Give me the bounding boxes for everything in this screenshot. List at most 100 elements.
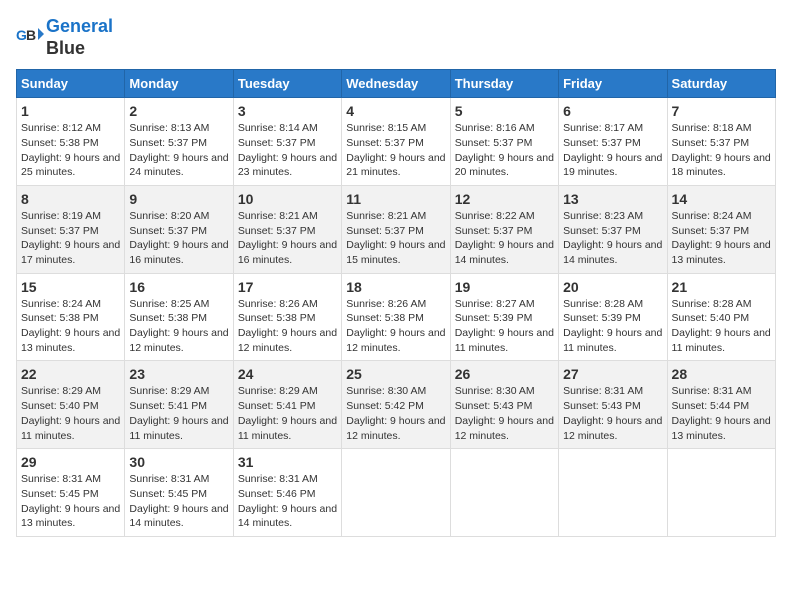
- cell-info: Sunrise: 8:13 AMSunset: 5:37 PMDaylight:…: [129, 122, 228, 178]
- logo-text: GeneralBlue: [46, 16, 113, 59]
- day-number: 17: [238, 279, 337, 295]
- cell-info: Sunrise: 8:24 AMSunset: 5:38 PMDaylight:…: [21, 298, 120, 354]
- calendar-cell: 4 Sunrise: 8:15 AMSunset: 5:37 PMDaylight…: [342, 98, 450, 186]
- day-number: 20: [563, 279, 662, 295]
- cell-info: Sunrise: 8:28 AMSunset: 5:40 PMDaylight:…: [672, 298, 771, 354]
- calendar-cell: 25 Sunrise: 8:30 AMSunset: 5:42 PMDayligh…: [342, 361, 450, 449]
- weekday-header: Friday: [559, 70, 667, 98]
- day-number: 1: [21, 103, 120, 119]
- cell-info: Sunrise: 8:29 AMSunset: 5:41 PMDaylight:…: [129, 385, 228, 441]
- calendar-cell: 5 Sunrise: 8:16 AMSunset: 5:37 PMDaylight…: [450, 98, 558, 186]
- calendar-cell: 10Sunrise: 8:21 AMSunset: 5:37 PMDayligh…: [233, 185, 341, 273]
- day-number: 22: [21, 366, 120, 382]
- calendar-cell: [667, 449, 775, 537]
- logo: G B GeneralBlue: [16, 16, 113, 59]
- weekday-header: Wednesday: [342, 70, 450, 98]
- day-number: 5: [455, 103, 554, 119]
- day-number: 18: [346, 279, 445, 295]
- day-number: 10: [238, 191, 337, 207]
- cell-info: Sunrise: 8:18 AMSunset: 5:37 PMDaylight:…: [672, 122, 771, 178]
- calendar-cell: 18 Sunrise: 8:26 AMSunset: 5:38 PMDayligh…: [342, 273, 450, 361]
- weekday-header: Saturday: [667, 70, 775, 98]
- day-number: 14: [672, 191, 771, 207]
- calendar-cell: 24 Sunrise: 8:29 AMSunset: 5:41 PMDayligh…: [233, 361, 341, 449]
- cell-info: Sunrise: 8:29 AMSunset: 5:40 PMDaylight:…: [21, 385, 120, 441]
- cell-info: Sunrise: 8:31 AMSunset: 5:45 PMDaylight:…: [129, 473, 228, 529]
- day-number: 3: [238, 103, 337, 119]
- day-number: 12: [455, 191, 554, 207]
- day-number: 19: [455, 279, 554, 295]
- calendar-cell: 8Sunrise: 8:19 AMSunset: 5:37 PMDaylight…: [17, 185, 125, 273]
- calendar-table: SundayMondayTuesdayWednesdayThursdayFrid…: [16, 69, 776, 537]
- day-number: 9: [129, 191, 228, 207]
- calendar-cell: 6 Sunrise: 8:17 AMSunset: 5:37 PMDaylight…: [559, 98, 667, 186]
- day-number: 11: [346, 191, 445, 207]
- cell-info: Sunrise: 8:26 AMSunset: 5:38 PMDaylight:…: [346, 298, 445, 354]
- calendar-week: 8Sunrise: 8:19 AMSunset: 5:37 PMDaylight…: [17, 185, 776, 273]
- calendar-cell: 20Sunrise: 8:28 AMSunset: 5:39 PMDayligh…: [559, 273, 667, 361]
- cell-info: Sunrise: 8:16 AMSunset: 5:37 PMDaylight:…: [455, 122, 554, 178]
- calendar-cell: 3 Sunrise: 8:14 AMSunset: 5:37 PMDaylight…: [233, 98, 341, 186]
- weekday-header: Thursday: [450, 70, 558, 98]
- cell-info: Sunrise: 8:31 AMSunset: 5:44 PMDaylight:…: [672, 385, 771, 441]
- day-number: 23: [129, 366, 228, 382]
- calendar-cell: 23 Sunrise: 8:29 AMSunset: 5:41 PMDayligh…: [125, 361, 233, 449]
- calendar-cell: 29Sunrise: 8:31 AMSunset: 5:45 PMDayligh…: [17, 449, 125, 537]
- calendar-cell: 11 Sunrise: 8:21 AMSunset: 5:37 PMDayligh…: [342, 185, 450, 273]
- day-number: 27: [563, 366, 662, 382]
- weekday-header: Monday: [125, 70, 233, 98]
- cell-info: Sunrise: 8:20 AMSunset: 5:37 PMDaylight:…: [129, 210, 228, 266]
- calendar-cell: [342, 449, 450, 537]
- cell-info: Sunrise: 8:25 AMSunset: 5:38 PMDaylight:…: [129, 298, 228, 354]
- weekday-header: Tuesday: [233, 70, 341, 98]
- cell-info: Sunrise: 8:24 AMSunset: 5:37 PMDaylight:…: [672, 210, 771, 266]
- calendar-cell: 19Sunrise: 8:27 AMSunset: 5:39 PMDayligh…: [450, 273, 558, 361]
- calendar-body: 1 Sunrise: 8:12 AMSunset: 5:38 PMDaylight…: [17, 98, 776, 537]
- day-number: 24: [238, 366, 337, 382]
- cell-info: Sunrise: 8:14 AMSunset: 5:37 PMDaylight:…: [238, 122, 337, 178]
- cell-info: Sunrise: 8:12 AMSunset: 5:38 PMDaylight:…: [21, 122, 120, 178]
- day-number: 4: [346, 103, 445, 119]
- cell-info: Sunrise: 8:30 AMSunset: 5:42 PMDaylight:…: [346, 385, 445, 441]
- calendar-cell: 15 Sunrise: 8:24 AMSunset: 5:38 PMDayligh…: [17, 273, 125, 361]
- calendar-cell: 7 Sunrise: 8:18 AMSunset: 5:37 PMDaylight…: [667, 98, 775, 186]
- calendar-week: 22 Sunrise: 8:29 AMSunset: 5:40 PMDayligh…: [17, 361, 776, 449]
- calendar-cell: 28 Sunrise: 8:31 AMSunset: 5:44 PMDayligh…: [667, 361, 775, 449]
- cell-info: Sunrise: 8:30 AMSunset: 5:43 PMDaylight:…: [455, 385, 554, 441]
- calendar-cell: 22 Sunrise: 8:29 AMSunset: 5:40 PMDayligh…: [17, 361, 125, 449]
- cell-info: Sunrise: 8:31 AMSunset: 5:45 PMDaylight:…: [21, 473, 120, 529]
- calendar-cell: 14 Sunrise: 8:24 AMSunset: 5:37 PMDayligh…: [667, 185, 775, 273]
- day-number: 6: [563, 103, 662, 119]
- cell-info: Sunrise: 8:26 AMSunset: 5:38 PMDaylight:…: [238, 298, 337, 354]
- calendar-cell: [559, 449, 667, 537]
- cell-info: Sunrise: 8:23 AMSunset: 5:37 PMDaylight:…: [563, 210, 662, 266]
- calendar-cell: 27Sunrise: 8:31 AMSunset: 5:43 PMDayligh…: [559, 361, 667, 449]
- day-number: 8: [21, 191, 120, 207]
- cell-info: Sunrise: 8:17 AMSunset: 5:37 PMDaylight:…: [563, 122, 662, 178]
- day-number: 2: [129, 103, 228, 119]
- day-number: 7: [672, 103, 771, 119]
- cell-info: Sunrise: 8:21 AMSunset: 5:37 PMDaylight:…: [346, 210, 445, 266]
- day-number: 25: [346, 366, 445, 382]
- calendar-week: 29Sunrise: 8:31 AMSunset: 5:45 PMDayligh…: [17, 449, 776, 537]
- calendar-cell: 17 Sunrise: 8:26 AMSunset: 5:38 PMDayligh…: [233, 273, 341, 361]
- day-number: 30: [129, 454, 228, 470]
- calendar-cell: [450, 449, 558, 537]
- calendar-cell: 12Sunrise: 8:22 AMSunset: 5:37 PMDayligh…: [450, 185, 558, 273]
- cell-info: Sunrise: 8:15 AMSunset: 5:37 PMDaylight:…: [346, 122, 445, 178]
- calendar-cell: 16 Sunrise: 8:25 AMSunset: 5:38 PMDayligh…: [125, 273, 233, 361]
- cell-info: Sunrise: 8:31 AMSunset: 5:46 PMDaylight:…: [238, 473, 337, 529]
- calendar-cell: 30 Sunrise: 8:31 AMSunset: 5:45 PMDayligh…: [125, 449, 233, 537]
- day-number: 31: [238, 454, 337, 470]
- calendar-cell: 13 Sunrise: 8:23 AMSunset: 5:37 PMDayligh…: [559, 185, 667, 273]
- calendar-cell: 9 Sunrise: 8:20 AMSunset: 5:37 PMDaylight…: [125, 185, 233, 273]
- cell-info: Sunrise: 8:29 AMSunset: 5:41 PMDaylight:…: [238, 385, 337, 441]
- day-number: 16: [129, 279, 228, 295]
- svg-text:B: B: [26, 27, 36, 43]
- day-number: 28: [672, 366, 771, 382]
- calendar-cell: 26Sunrise: 8:30 AMSunset: 5:43 PMDayligh…: [450, 361, 558, 449]
- calendar-cell: 2 Sunrise: 8:13 AMSunset: 5:37 PMDaylight…: [125, 98, 233, 186]
- day-number: 15: [21, 279, 120, 295]
- day-number: 13: [563, 191, 662, 207]
- page-header: G B GeneralBlue: [16, 16, 776, 59]
